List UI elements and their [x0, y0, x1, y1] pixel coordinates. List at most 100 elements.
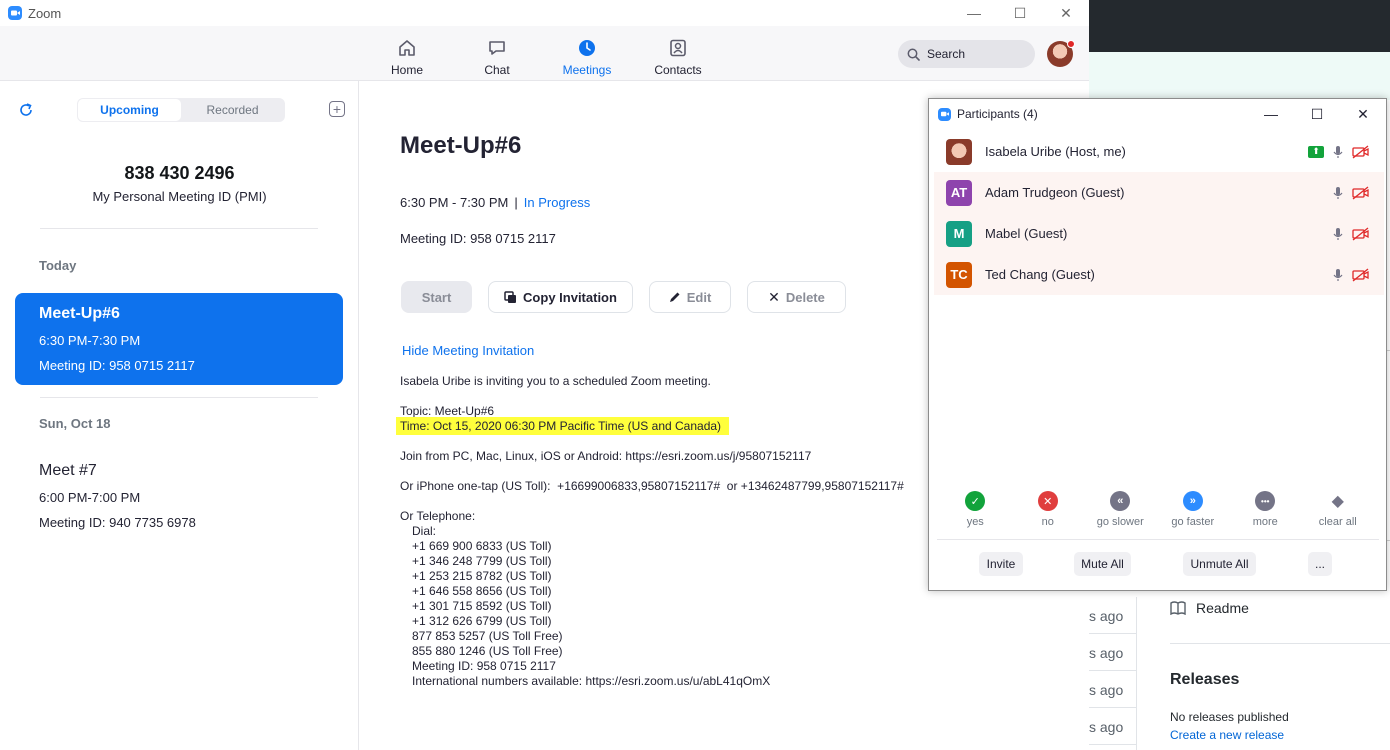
dial-number: +1 346 248 7799 (US Toll): [412, 554, 552, 568]
participant-row-host[interactable]: Isabela Uribe (Host, me) ⬆: [934, 131, 1384, 172]
nav-contacts[interactable]: Contacts: [643, 38, 713, 77]
participant-avatar-photo: [946, 138, 972, 165]
participants-title: Participants (4): [957, 107, 1038, 121]
meeting-card-title: Meet #7: [39, 462, 97, 479]
nav-home[interactable]: Home: [372, 38, 442, 77]
plus-icon: +: [332, 101, 342, 117]
search-input[interactable]: Search: [898, 40, 1035, 68]
reaction-more[interactable]: ••• more: [1229, 491, 1302, 528]
participant-status-icons: ⬆: [1308, 144, 1384, 159]
invitation-dial: Dial:: [412, 524, 437, 538]
microphone-icon: [1333, 145, 1343, 158]
dial-number: +1 646 558 8656 (US Toll): [412, 584, 552, 598]
copy-invitation-button[interactable]: Copy Invitation: [488, 281, 633, 313]
reaction-yes[interactable]: ✓ yes: [939, 491, 1012, 528]
reaction-label: yes: [966, 516, 984, 528]
mute-all-button[interactable]: Mute All: [1074, 552, 1131, 576]
delete-button[interactable]: ✕ Delete: [747, 281, 846, 313]
participant-status-icons: [1333, 185, 1384, 200]
microphone-icon: [1333, 186, 1343, 199]
minimize-icon[interactable]: —: [1248, 99, 1294, 129]
pencil-icon: [669, 292, 680, 302]
meeting-title: Meet-Up#6: [400, 132, 522, 159]
meeting-card-time: 6:00 PM-7:00 PM: [39, 490, 141, 505]
reaction-no[interactable]: ✕ no: [1012, 491, 1085, 528]
cross-icon: ✕: [1037, 491, 1058, 511]
tab-upcoming[interactable]: Upcoming: [78, 99, 181, 121]
participant-avatar: AT: [946, 179, 972, 206]
minimize-icon[interactable]: —: [951, 0, 997, 26]
video-off-icon: [1352, 267, 1369, 282]
participants-title-bar: Participants (4) — ☐ ✕: [929, 99, 1386, 129]
reaction-clear-all[interactable]: ◆ clear all: [1302, 491, 1375, 528]
more-options-button[interactable]: ...: [1308, 552, 1332, 576]
microphone-icon: [1333, 227, 1343, 240]
close-icon[interactable]: ✕: [1340, 99, 1386, 129]
clock-icon: [579, 40, 595, 56]
reaction-go-faster[interactable]: » go faster: [1157, 491, 1230, 528]
start-label: Start: [421, 289, 452, 305]
invitation-intro: Isabela Uribe is inviting you to a sched…: [400, 374, 711, 388]
zoom-logo-icon: [8, 6, 22, 20]
microphone-icon: [1333, 268, 1343, 281]
close-icon[interactable]: ✕: [1043, 0, 1089, 26]
reaction-label: go faster: [1171, 516, 1215, 528]
time-separator: |: [514, 195, 518, 210]
maximize-icon[interactable]: ☐: [1294, 99, 1340, 129]
participant-row[interactable]: M Mabel (Guest): [934, 213, 1384, 254]
background-banner: [1089, 52, 1390, 100]
reaction-label: more: [1252, 516, 1278, 528]
participant-row[interactable]: AT Adam Trudgeon (Guest): [934, 172, 1384, 213]
participant-row[interactable]: TC Ted Chang (Guest): [934, 254, 1384, 295]
meeting-time-range: 6:30 PM - 7:30 PM: [400, 195, 509, 210]
video-off-icon: [1352, 185, 1369, 200]
nav-home-label: Home: [390, 63, 423, 77]
dial-number: +1 253 215 8782 (US Toll): [412, 569, 552, 583]
refresh-icon[interactable]: [18, 102, 34, 118]
edit-button[interactable]: Edit: [649, 281, 731, 313]
participants-divider: [937, 539, 1379, 540]
meeting-tabs: Upcoming Recorded: [77, 98, 285, 122]
participants-window: Participants (4) — ☐ ✕ Isabela Uribe (Ho…: [928, 98, 1387, 591]
nav-chat[interactable]: Chat: [462, 38, 532, 77]
unmute-all-button[interactable]: Unmute All: [1183, 552, 1256, 576]
meeting-time-row: 6:30 PM - 7:30 PM | In Progress: [400, 195, 590, 210]
create-release-link[interactable]: Create a new release: [1170, 728, 1284, 742]
meeting-card-title: Meet-Up#6: [39, 305, 120, 322]
nav-meetings[interactable]: Meetings: [552, 38, 622, 77]
participant-avatar: M: [946, 220, 972, 247]
meeting-card-id: Meeting ID: 958 0715 2117: [39, 358, 195, 373]
top-navigation: Home Chat Meetings Contacts Search: [0, 26, 1089, 81]
participant-name: Adam Trudgeon (Guest): [985, 185, 1125, 200]
reaction-label: go slower: [1096, 516, 1144, 528]
eraser-icon: ◆: [1331, 493, 1344, 510]
add-meeting-button[interactable]: +: [329, 101, 345, 117]
start-button[interactable]: Start: [401, 281, 472, 313]
invitation-international: International numbers available: https:/…: [412, 674, 771, 688]
participant-status-icons: [1333, 267, 1384, 282]
meeting-card-selected[interactable]: Meet-Up#6 6:30 PM-7:30 PM Meeting ID: 95…: [15, 293, 343, 385]
pmi-number[interactable]: 838 430 2496: [0, 163, 359, 184]
video-off-icon: [1352, 144, 1369, 159]
participant-name: Isabela Uribe (Host, me): [985, 144, 1126, 159]
invitation-join-link: Join from PC, Mac, Linux, iOS or Android…: [400, 449, 812, 463]
nav-meetings-label: Meetings: [562, 63, 612, 77]
nav-chat-label: Chat: [484, 63, 510, 77]
tab-recorded[interactable]: Recorded: [181, 99, 284, 121]
readme-link[interactable]: Readme: [1170, 600, 1249, 616]
divider: [40, 397, 318, 398]
reaction-go-slower[interactable]: « go slower: [1084, 491, 1157, 528]
invitation-text: Isabela Uribe is inviting you to a sched…: [396, 374, 904, 689]
meeting-card-time: 6:30 PM-7:30 PM: [39, 333, 141, 348]
meeting-status: In Progress: [523, 195, 591, 210]
delete-icon: ✕: [768, 288, 780, 305]
meetings-sidebar: Upcoming Recorded + 838 430 2496 My Pers…: [0, 81, 359, 750]
copy-icon: [504, 290, 517, 303]
day-label-today: Today: [39, 258, 77, 273]
maximize-icon[interactable]: ☐: [997, 0, 1043, 26]
hide-invitation-link[interactable]: Hide Meeting Invitation: [402, 343, 534, 358]
dial-number: 877 853 5257 (US Toll Free): [412, 629, 563, 643]
contacts-icon: [670, 39, 686, 57]
invite-button[interactable]: Invite: [979, 552, 1023, 576]
meeting-card[interactable]: Meet #7 6:00 PM-7:00 PM Meeting ID: 940 …: [15, 450, 343, 542]
